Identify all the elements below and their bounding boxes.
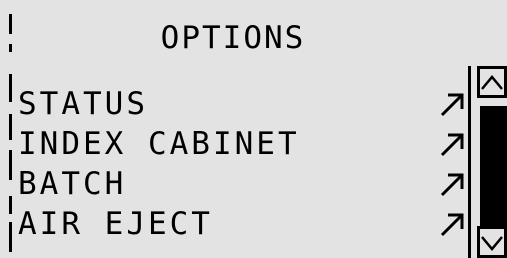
scroll-down-button[interactable]	[477, 226, 507, 258]
options-menu: STATUS INDEX CABINET BATCH AIR EJECT	[18, 84, 468, 244]
submenu-arrow-icon	[440, 93, 464, 117]
lcd-screen: OPTIONS STATUS INDEX CABINET BATCH AIR E…	[0, 0, 507, 258]
menu-item-index-cabinet[interactable]: INDEX CABINET	[18, 124, 468, 164]
menu-item-air-eject[interactable]: AIR EJECT	[18, 204, 468, 244]
scrollbar-thumb[interactable]	[480, 106, 507, 244]
menu-item-status[interactable]: STATUS	[18, 84, 468, 124]
chevron-up-icon	[481, 75, 503, 90]
menu-item-label: AIR EJECT	[18, 206, 213, 242]
page-title: OPTIONS	[160, 20, 306, 56]
scroll-up-button[interactable]	[477, 66, 507, 98]
submenu-arrow-icon	[440, 173, 464, 197]
chevron-down-icon	[481, 236, 503, 251]
menu-item-label: BATCH	[18, 166, 127, 202]
scrollbar[interactable]	[468, 66, 507, 258]
submenu-arrow-icon	[440, 213, 464, 237]
menu-item-batch[interactable]: BATCH	[18, 164, 468, 204]
menu-item-label: INDEX CABINET	[18, 126, 300, 162]
submenu-arrow-icon	[440, 133, 464, 157]
menu-item-label: STATUS	[18, 86, 148, 122]
